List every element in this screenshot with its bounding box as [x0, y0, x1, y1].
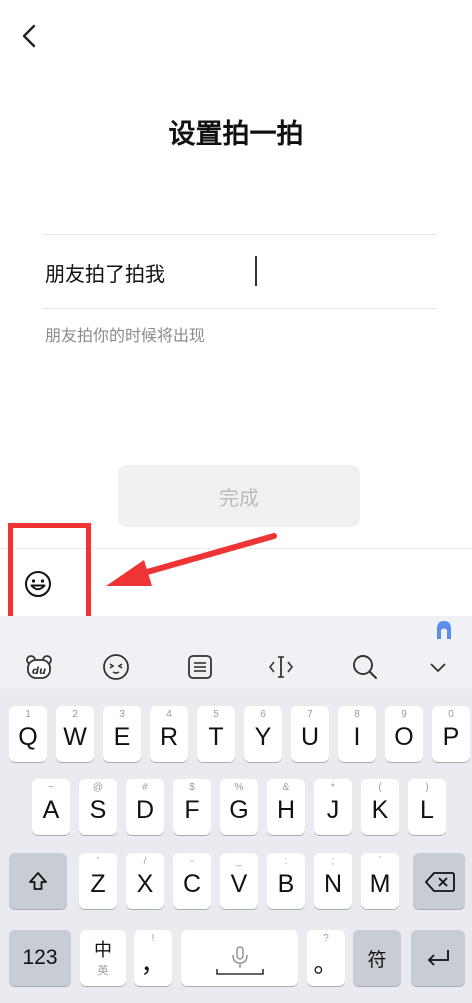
key-u[interactable]: 7U [291, 706, 329, 762]
backspace-icon [425, 872, 455, 892]
return-icon [427, 950, 449, 966]
period-key[interactable]: ? 。 [307, 930, 345, 986]
back-icon[interactable] [14, 20, 46, 52]
cursor-move-icon[interactable] [266, 652, 296, 682]
annotation-arrow-icon [106, 533, 277, 586]
key-w[interactable]: 2W [56, 706, 94, 762]
key-i[interactable]: 8I [338, 706, 376, 762]
keyboard-toolbar: du [0, 616, 472, 689]
done-button[interactable]: 完成 [118, 465, 360, 527]
key-x[interactable]: / X [126, 853, 164, 909]
text-cursor [255, 256, 257, 286]
key-a[interactable]: ~ A [32, 779, 70, 835]
key-y[interactable]: 6Y [244, 706, 282, 762]
key-s[interactable]: @ S [79, 779, 117, 835]
key-d[interactable]: # D [126, 779, 164, 835]
key-t[interactable]: 5T [197, 706, 235, 762]
input-bottom-divider [43, 308, 436, 309]
face-icon[interactable] [101, 652, 131, 682]
key-q[interactable]: 1Q [9, 706, 47, 762]
key-f[interactable]: $ F [173, 779, 211, 835]
key-p[interactable]: 0P [432, 706, 470, 762]
hint-text: 朋友拍你的时候将出现 [45, 326, 206, 345]
key-k[interactable]: (K [361, 779, 399, 835]
input-top-divider [43, 234, 436, 235]
du-bear-icon[interactable]: du [24, 652, 54, 682]
svg-text:du: du [32, 666, 46, 677]
shift-key[interactable] [9, 853, 67, 909]
enter-key[interactable] [411, 930, 465, 986]
key-g[interactable]: % G [220, 779, 258, 835]
space-voice-key[interactable] [181, 930, 298, 986]
backspace-key[interactable] [413, 853, 465, 909]
page-title: 设置拍一拍 [168, 119, 304, 150]
key-r[interactable]: 4R [150, 706, 188, 762]
key-h[interactable]: & H [267, 779, 305, 835]
search-icon[interactable] [350, 652, 380, 682]
key-v[interactable]: _ V [220, 853, 258, 909]
nudge-text-value: 朋友拍了拍我 [45, 262, 165, 286]
key-o[interactable]: 9O [385, 706, 423, 762]
key-b[interactable]: :B [267, 853, 305, 909]
key-e[interactable]: 3E [103, 706, 141, 762]
key-j[interactable]: * J [314, 779, 352, 835]
comma-key[interactable]: ! ， [134, 930, 172, 986]
space-bar-icon [216, 969, 264, 975]
key-l[interactable]: ) L [408, 779, 446, 835]
numbers-key[interactable]: 123 [9, 930, 71, 986]
keyboard-logo-icon [430, 618, 458, 640]
keyboard: du 1 Q 2 W 3 E 4 R 5 T 6 Y 7 U 8 I 9 O 0… [0, 616, 472, 1003]
nudge-text-field[interactable]: 朋友拍了拍我 [43, 236, 436, 308]
symbols-key[interactable]: 符 [353, 930, 401, 986]
key-m[interactable]: ` M [361, 853, 399, 909]
chevron-down-icon[interactable] [423, 652, 453, 682]
language-switch-key[interactable]: 中 英 [80, 930, 126, 986]
shift-arrow-icon [29, 872, 47, 890]
key-z[interactable]: ' Z [79, 853, 117, 909]
key-c[interactable]: -C [173, 853, 211, 909]
key-n[interactable]: ; N [314, 853, 352, 909]
clipboard-icon[interactable] [185, 652, 215, 682]
